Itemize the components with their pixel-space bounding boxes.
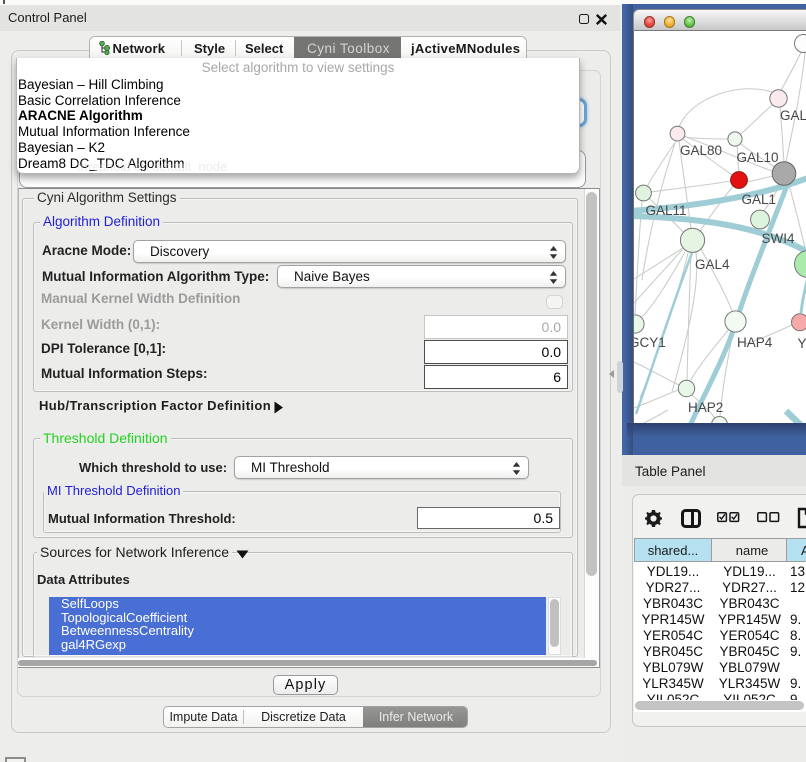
svg-text:GAL4: GAL4 <box>695 257 730 272</box>
svg-text:GAL2: GAL2 <box>780 108 806 123</box>
svg-text:GAL80: GAL80 <box>680 143 722 158</box>
svg-text:HAP4: HAP4 <box>737 335 773 350</box>
svg-text:GCY1: GCY1 <box>634 335 666 350</box>
svg-text:GAL10: GAL10 <box>737 150 779 165</box>
svg-text:GAL11: GAL11 <box>646 203 687 218</box>
svg-text:HAP2: HAP2 <box>688 400 723 415</box>
svg-text:SWI4: SWI4 <box>762 231 795 246</box>
svg-text:GAL1: GAL1 <box>742 192 777 207</box>
svg-text:Y: Y <box>798 336 806 351</box>
